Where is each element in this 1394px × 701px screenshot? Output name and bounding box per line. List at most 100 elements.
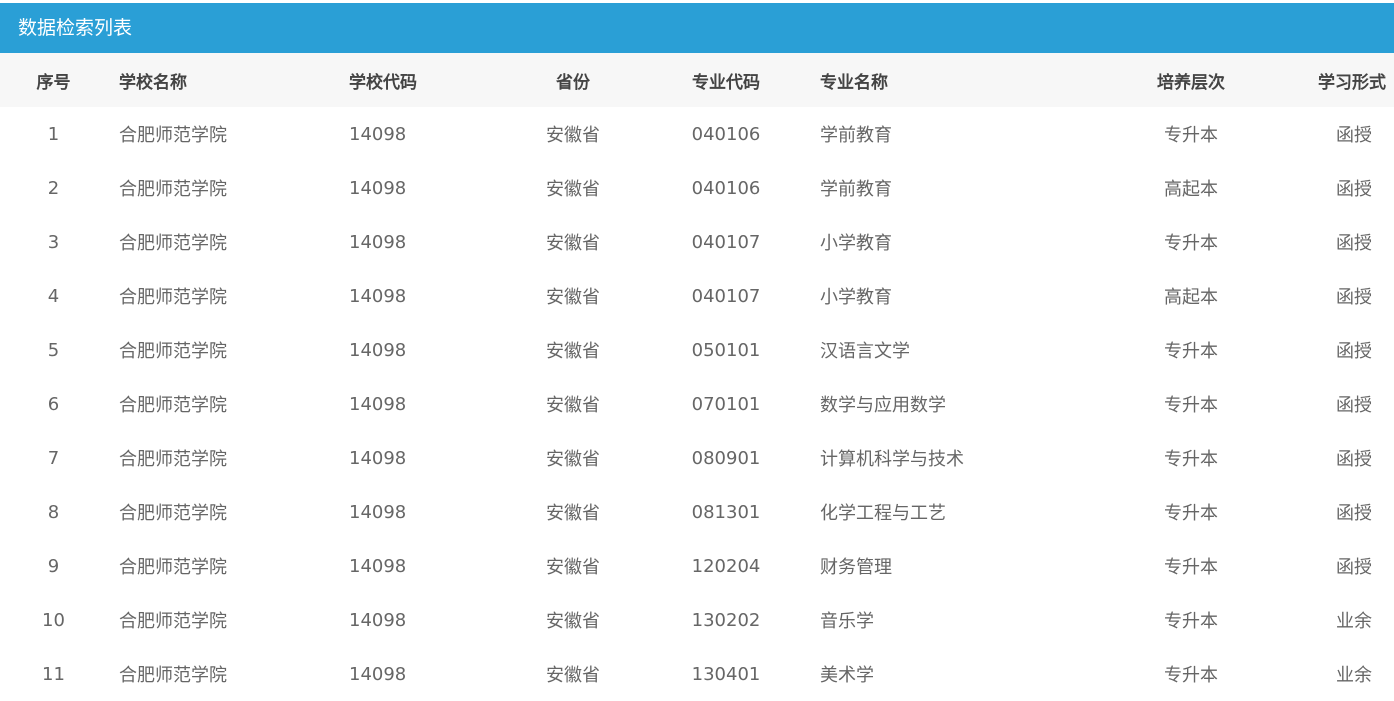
column-header-index: 序号 bbox=[36, 72, 71, 93]
table-row: 1 合肥师范学院 14098 安徽省 040106 学前教育 专升本 函授 bbox=[0, 107, 1394, 161]
cell-index: 8 bbox=[47, 501, 60, 523]
cell-school-code: 14098 bbox=[349, 123, 407, 145]
cell-school-code: 14098 bbox=[349, 447, 407, 469]
cell-index: 2 bbox=[47, 177, 60, 199]
cell-training-level: 专升本 bbox=[1164, 125, 1218, 146]
panel-title: 数据检索列表 bbox=[0, 3, 1394, 53]
cell-index: 6 bbox=[47, 393, 60, 415]
cell-major-name: 学前教育 bbox=[820, 179, 892, 200]
cell-index: 10 bbox=[42, 609, 65, 631]
cell-major-name: 化学工程与工艺 bbox=[820, 503, 946, 524]
cell-study-form: 函授 bbox=[1336, 125, 1372, 146]
cell-training-level: 专升本 bbox=[1164, 341, 1218, 362]
table-body: 1 合肥师范学院 14098 安徽省 040106 学前教育 专升本 函授 2 合肥师范学院 140… bbox=[0, 107, 1394, 701]
cell-major-name: 汉语言文学 bbox=[820, 341, 910, 362]
cell-study-form: 函授 bbox=[1336, 395, 1372, 416]
cell-major-name: 小学教育 bbox=[820, 287, 892, 308]
column-header-major-code: 专业代码 bbox=[692, 72, 760, 93]
cell-province: 安徽省 bbox=[546, 449, 600, 470]
table-row: 7 合肥师范学院 14098 安徽省 080901 计算机科学与技术 专升本 函授 bbox=[0, 431, 1394, 485]
cell-study-form: 函授 bbox=[1336, 287, 1372, 308]
cell-major-name: 学前教育 bbox=[820, 125, 892, 146]
table-row: 10 合肥师范学院 14098 安徽省 130202 音乐学 专升本 业余 bbox=[0, 593, 1394, 647]
cell-major-code: 130202 bbox=[691, 609, 761, 631]
cell-major-code: 040107 bbox=[691, 231, 761, 253]
column-header-school-name: 学校名称 bbox=[119, 72, 187, 93]
cell-school-code: 14098 bbox=[349, 231, 407, 253]
cell-training-level: 高起本 bbox=[1164, 179, 1218, 200]
cell-index: 7 bbox=[47, 447, 60, 469]
cell-school-name: 合肥师范学院 bbox=[119, 557, 227, 578]
cell-index: 5 bbox=[47, 339, 60, 361]
cell-study-form: 函授 bbox=[1336, 557, 1372, 578]
cell-index: 1 bbox=[47, 123, 60, 145]
table-header: 序号 学校名称 学校代码 省份 专业代码 专业名称 培养层次 学习形式 bbox=[0, 53, 1394, 107]
table-row: 4 合肥师范学院 14098 安徽省 040107 小学教育 高起本 函授 bbox=[0, 269, 1394, 323]
cell-province: 安徽省 bbox=[546, 557, 600, 578]
cell-major-name: 计算机科学与技术 bbox=[820, 449, 964, 470]
cell-major-code: 070101 bbox=[691, 393, 761, 415]
cell-major-code: 081301 bbox=[691, 501, 761, 523]
cell-province: 安徽省 bbox=[546, 341, 600, 362]
cell-major-code: 050101 bbox=[691, 339, 761, 361]
cell-training-level: 专升本 bbox=[1164, 503, 1218, 524]
cell-major-name: 小学教育 bbox=[820, 233, 892, 254]
table-row: 3 合肥师范学院 14098 安徽省 040107 小学教育 专升本 函授 bbox=[0, 215, 1394, 269]
cell-province: 安徽省 bbox=[546, 179, 600, 200]
cell-school-name: 合肥师范学院 bbox=[119, 395, 227, 416]
data-search-panel: 数据检索列表 序号 学校名称 学校代码 省份 专业代码 专业名称 培养层次 学习… bbox=[0, 3, 1394, 701]
table-row: 2 合肥师范学院 14098 安徽省 040106 学前教育 高起本 函授 bbox=[0, 161, 1394, 215]
column-header-study-form: 学习形式 bbox=[1318, 72, 1386, 93]
cell-training-level: 专升本 bbox=[1164, 611, 1218, 632]
cell-school-code: 14098 bbox=[349, 393, 407, 415]
cell-training-level: 专升本 bbox=[1164, 449, 1218, 470]
cell-school-code: 14098 bbox=[349, 609, 407, 631]
cell-major-code: 040107 bbox=[691, 285, 761, 307]
cell-school-code: 14098 bbox=[349, 339, 407, 361]
cell-school-name: 合肥师范学院 bbox=[119, 179, 227, 200]
cell-study-form: 函授 bbox=[1336, 233, 1372, 254]
cell-school-name: 合肥师范学院 bbox=[119, 233, 227, 254]
cell-school-name: 合肥师范学院 bbox=[119, 611, 227, 632]
table-row: 6 合肥师范学院 14098 安徽省 070101 数学与应用数学 专升本 函授 bbox=[0, 377, 1394, 431]
cell-major-name: 数学与应用数学 bbox=[820, 395, 946, 416]
cell-school-name: 合肥师范学院 bbox=[119, 341, 227, 362]
table-row: 8 合肥师范学院 14098 安徽省 081301 化学工程与工艺 专升本 函授 bbox=[0, 485, 1394, 539]
cell-school-code: 14098 bbox=[349, 555, 407, 577]
column-header-province: 省份 bbox=[556, 72, 590, 93]
cell-training-level: 专升本 bbox=[1164, 233, 1218, 254]
cell-major-code: 040106 bbox=[691, 123, 761, 145]
cell-study-form: 函授 bbox=[1336, 449, 1372, 470]
cell-study-form: 函授 bbox=[1336, 503, 1372, 524]
table-row: 9 合肥师范学院 14098 安徽省 120204 财务管理 专升本 函授 bbox=[0, 539, 1394, 593]
cell-study-form: 函授 bbox=[1336, 341, 1372, 362]
table-row: 5 合肥师范学院 14098 安徽省 050101 汉语言文学 专升本 函授 bbox=[0, 323, 1394, 377]
cell-school-code: 14098 bbox=[349, 501, 407, 523]
cell-school-name: 合肥师范学院 bbox=[119, 503, 227, 524]
cell-province: 安徽省 bbox=[546, 395, 600, 416]
cell-school-code: 14098 bbox=[349, 285, 407, 307]
cell-province: 安徽省 bbox=[546, 125, 600, 146]
cell-major-code: 040106 bbox=[691, 177, 761, 199]
cell-training-level: 高起本 bbox=[1164, 287, 1218, 308]
cell-school-name: 合肥师范学院 bbox=[119, 449, 227, 470]
cell-province: 安徽省 bbox=[546, 287, 600, 308]
cell-study-form: 业余 bbox=[1336, 611, 1372, 632]
cell-index: 3 bbox=[47, 231, 60, 253]
cell-school-name: 合肥师范学院 bbox=[119, 287, 227, 308]
cell-index: 4 bbox=[47, 285, 60, 307]
cell-province: 安徽省 bbox=[546, 611, 600, 632]
cell-training-level: 专升本 bbox=[1164, 557, 1218, 578]
column-header-school-code: 学校代码 bbox=[349, 72, 417, 93]
cell-index: 9 bbox=[47, 555, 60, 577]
cell-school-code: 14098 bbox=[349, 177, 407, 199]
cell-major-name: 财务管理 bbox=[820, 557, 892, 578]
cell-major-name: 音乐学 bbox=[820, 611, 874, 632]
table-header-row: 序号 学校名称 学校代码 省份 专业代码 专业名称 培养层次 学习形式 bbox=[0, 53, 1394, 107]
cell-training-level: 专升本 bbox=[1164, 395, 1218, 416]
results-table: 序号 学校名称 学校代码 省份 专业代码 专业名称 培养层次 学习形式 1 合肥师… bbox=[0, 53, 1394, 701]
cell-province: 安徽省 bbox=[546, 233, 600, 254]
cell-province: 安徽省 bbox=[546, 503, 600, 524]
cell-school-name: 合肥师范学院 bbox=[119, 125, 227, 146]
cell-major-code: 080901 bbox=[691, 447, 761, 469]
